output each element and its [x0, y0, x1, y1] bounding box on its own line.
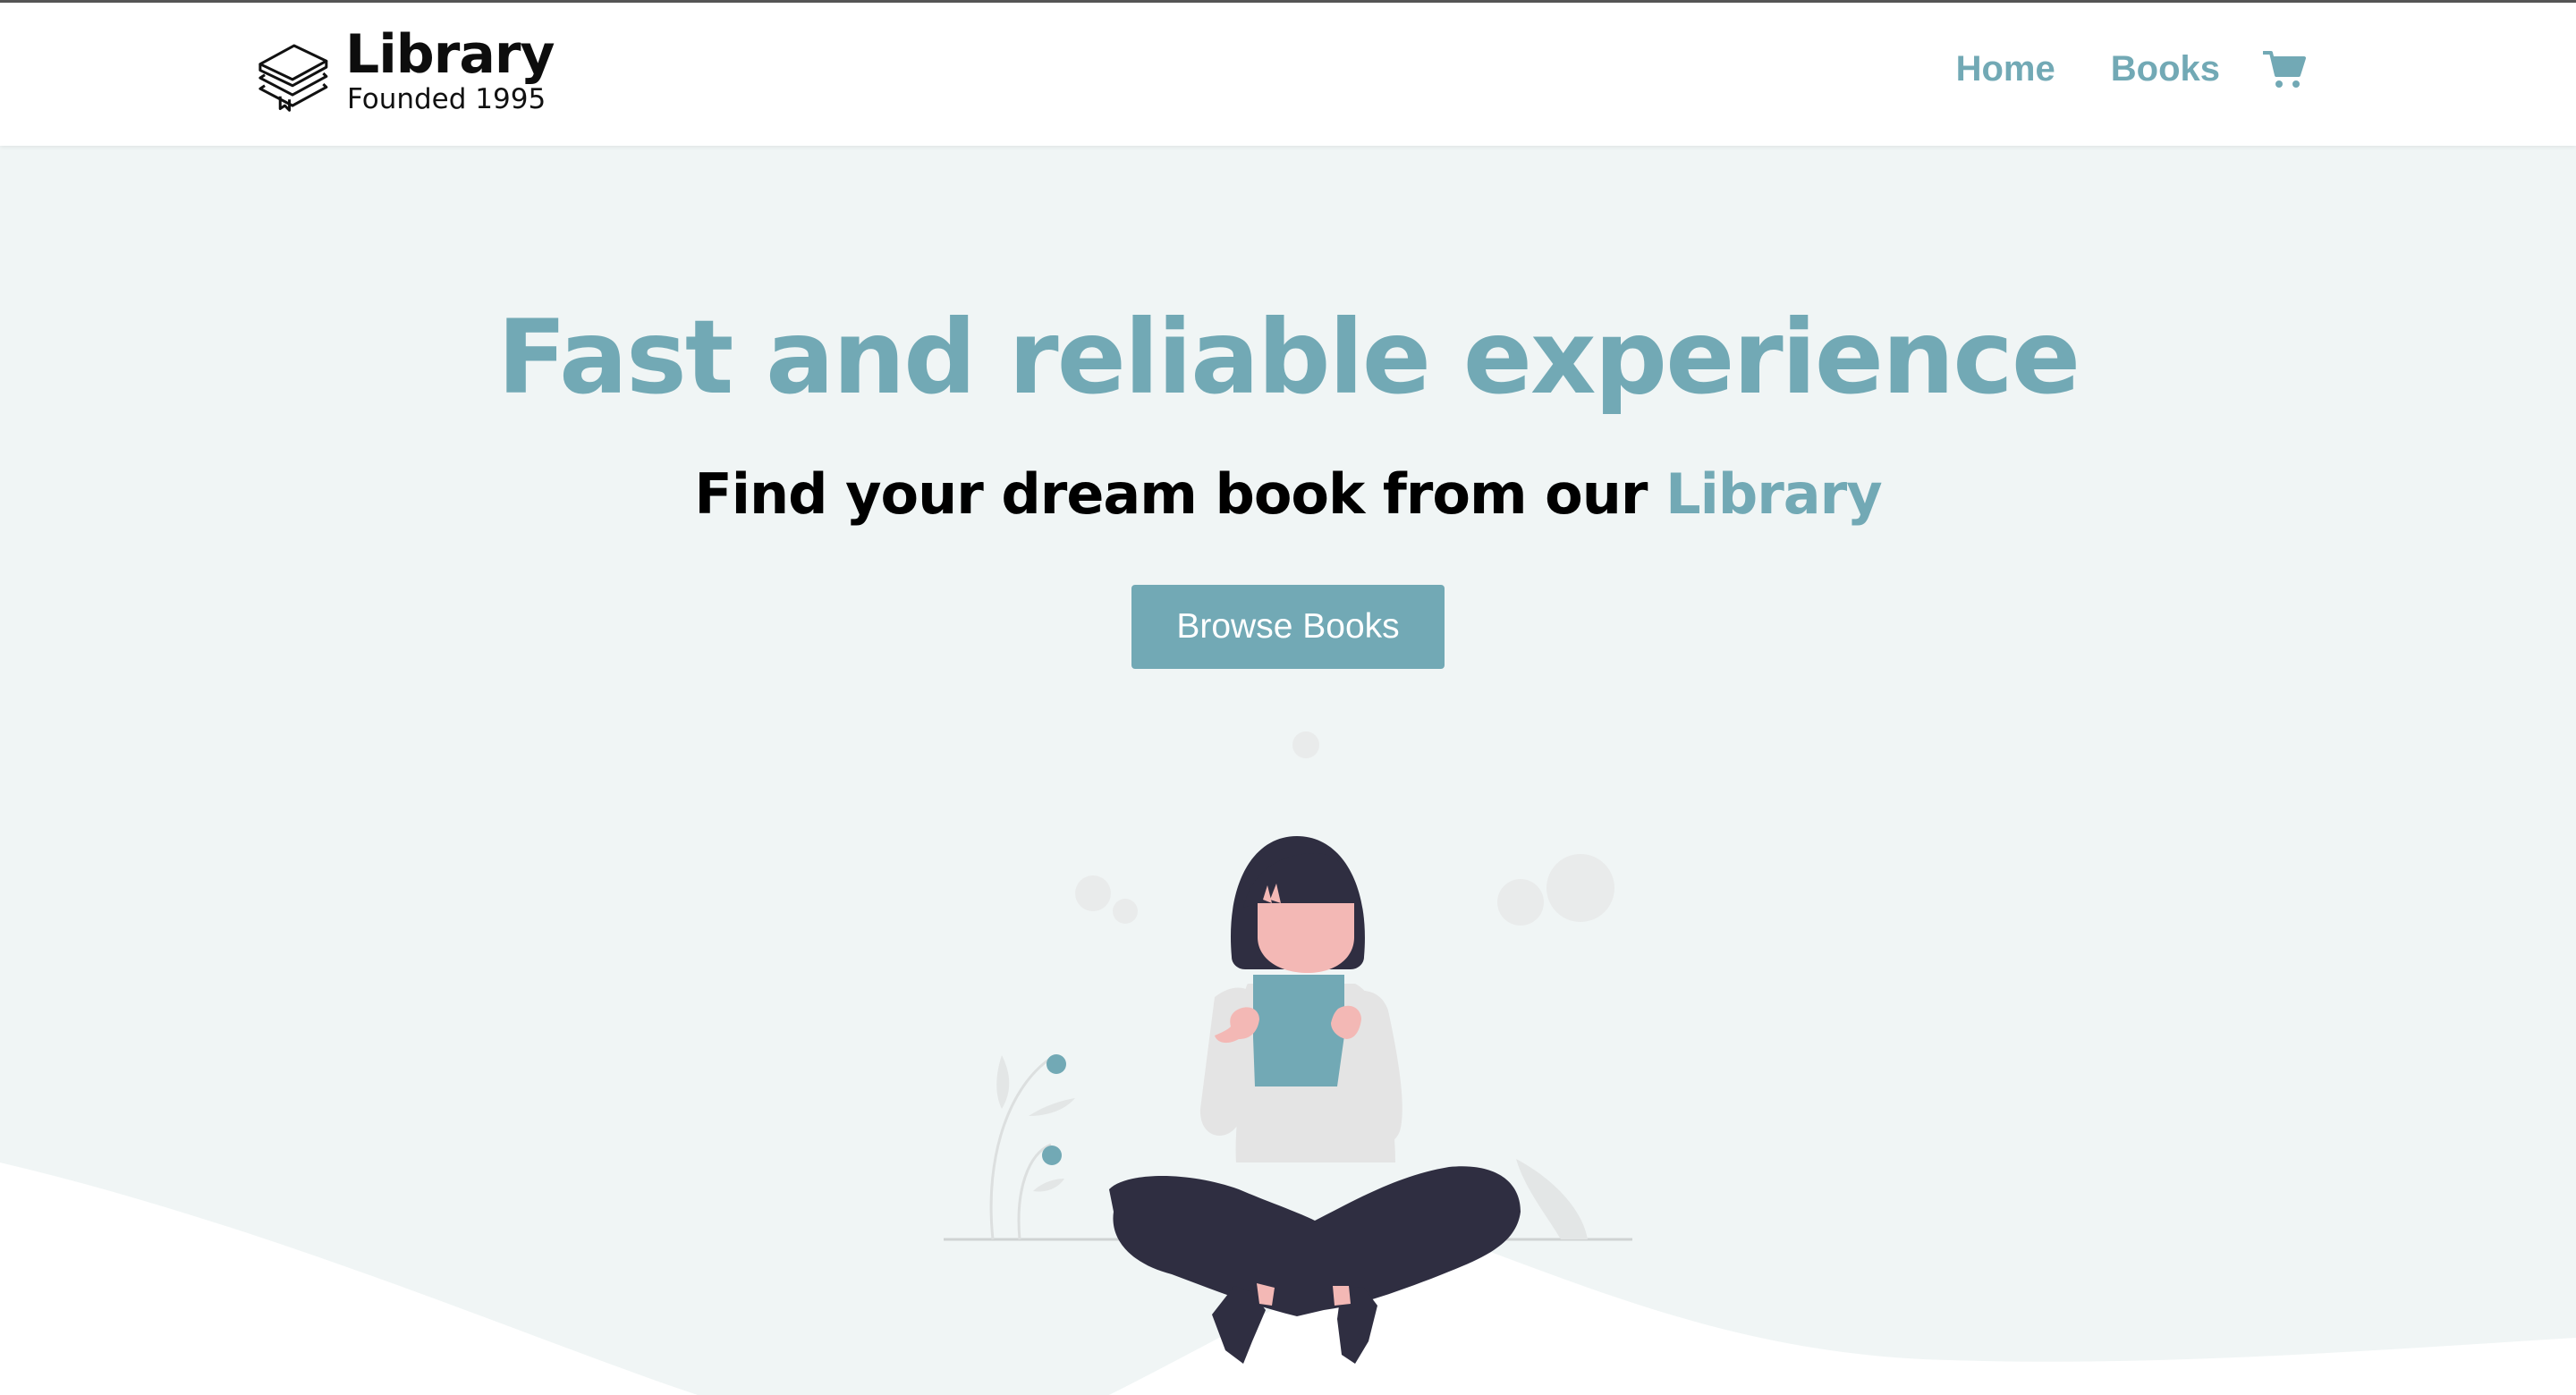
woman-reading-illustration: [944, 731, 1632, 1364]
hero-subtitle-accent: Library: [1665, 461, 1883, 527]
nav-books-link[interactable]: Books: [2111, 49, 2220, 89]
stacked-books-icon: [258, 44, 328, 112]
brand-link[interactable]: Library Founded 1995: [254, 26, 555, 115]
nav-home-link[interactable]: Home: [1956, 49, 2055, 89]
hero-title: Fast and reliable experience: [496, 298, 2080, 417]
hero-subtitle: Find your dream book from our Library: [0, 454, 2576, 535]
shopping-cart-icon[interactable]: [2263, 50, 2306, 89]
page: Library Founded 1995 Home Books Fast and…: [0, 0, 2576, 1395]
brand-text: Library Founded 1995: [345, 26, 555, 115]
brand-tagline: Founded 1995: [347, 83, 547, 115]
navbar: Library Founded 1995 Home Books: [0, 3, 2576, 146]
hero-subtitle-text: Find your dream book from our: [694, 461, 1666, 527]
browse-books-button[interactable]: Browse Books: [1131, 585, 1445, 669]
nav-links: Home Books: [1901, 49, 2306, 89]
brand-name: Library: [345, 23, 555, 86]
